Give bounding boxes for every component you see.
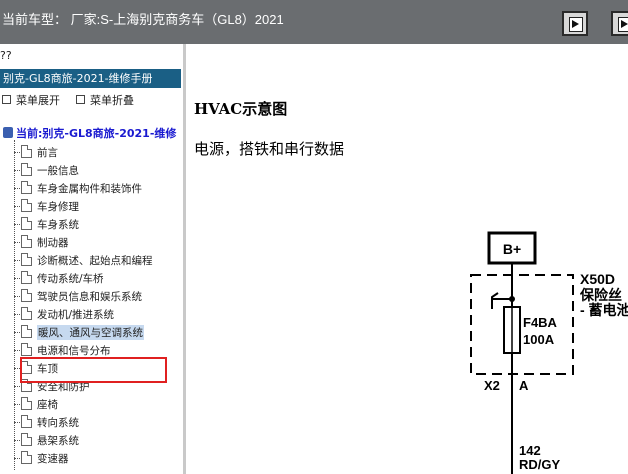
tree-item-label: 悬架系统 (37, 435, 79, 447)
document-icon (21, 181, 32, 194)
tree-connector-line (14, 140, 15, 470)
collapse-label: 菜单折叠 (90, 94, 134, 107)
tree-connector (14, 314, 20, 315)
document-icon (21, 163, 32, 176)
component-line2: - 蓄电池 (580, 302, 628, 318)
tree-connector (14, 152, 20, 153)
document-icon (21, 199, 32, 212)
document-icon (21, 433, 32, 446)
tree-connector (14, 386, 20, 387)
document-icon (21, 307, 32, 320)
tree-connector (14, 404, 20, 405)
tree-item-label: 车身金属构件和装饰件 (37, 183, 142, 195)
tree-item-label: 转向系统 (37, 417, 79, 429)
tree-item-label: 变速器 (37, 453, 69, 465)
tree-item-label: 制动器 (37, 237, 69, 249)
fuse-rating: 100A (523, 332, 555, 347)
document-icon (21, 451, 32, 464)
tree-connector (14, 350, 20, 351)
document-icon (21, 253, 32, 266)
tree-connector (14, 242, 20, 243)
document-icon (21, 325, 32, 338)
tree-item-label: 传动系统/车桥 (37, 273, 104, 285)
tree-connector (14, 422, 20, 423)
collapse-menu-button[interactable]: 菜单折叠 (76, 92, 134, 108)
document-icon (21, 217, 32, 230)
tree-root-label: 当前:别克-GL8商旅-2021-维修 (16, 127, 177, 140)
computer-icon (3, 127, 13, 138)
document-icon (21, 397, 32, 410)
unknown-glyphs: ?? (0, 49, 12, 62)
tree-connector (14, 224, 20, 225)
pin-label: A (519, 378, 529, 393)
expand-menu-button[interactable]: 菜单展开 (2, 92, 60, 108)
document-icon (21, 415, 32, 428)
tree-item-label: 车身系统 (37, 219, 79, 231)
play-right-icon (572, 20, 579, 28)
tree-root[interactable]: 当前:别克-GL8商旅-2021-维修 (3, 125, 176, 141)
wiring-diagram: B+ F4BA 100A X50D 保险丝 - 蓄电池 X2 A 142 RD/… (470, 231, 628, 474)
highlight-box (20, 357, 167, 383)
tree-connector (14, 260, 20, 261)
circuit-number: 142 (519, 443, 541, 458)
tree-connector (14, 296, 20, 297)
tree-connector (14, 332, 20, 333)
component-line1: 保险丝 (579, 287, 622, 303)
tree-connector (14, 278, 20, 279)
document-icon (21, 271, 32, 284)
component-id: X50D (580, 271, 615, 287)
play-right-icon (621, 20, 628, 28)
power-label: B+ (503, 241, 521, 257)
manual-title-bar[interactable]: 别克-GL8商旅-2021-维修手册 (0, 69, 181, 88)
connector-label: X2 (484, 378, 500, 393)
fuse-block-outline (470, 274, 574, 375)
square-icon (2, 95, 11, 104)
tree-item-label: 一般信息 (37, 165, 79, 177)
tree-item-label: 电源和信号分布 (37, 345, 111, 357)
tree-connector (14, 440, 20, 441)
tree-item-label: 座椅 (37, 399, 58, 411)
tree-item-label: 发动机/推进系统 (37, 309, 115, 321)
tree-connector (14, 458, 20, 459)
contact-symbol (491, 292, 499, 309)
tree-connector (14, 206, 20, 207)
tree-item-label: 诊断概述、起始点和编程 (37, 255, 153, 267)
square-icon (76, 95, 85, 104)
tree-connector (14, 170, 20, 171)
tree-connector (14, 188, 20, 189)
last-page-button[interactable] (611, 11, 628, 36)
document-icon (21, 289, 32, 302)
header-bar: 当前车型： 厂家:S-上海别克商务车（GL8）2021 (0, 0, 628, 44)
expand-label: 菜单展开 (16, 94, 60, 107)
document-icon (21, 235, 32, 248)
document-icon (21, 343, 32, 356)
vehicle-title: 当前车型： 厂家:S-上海别克商务车（GL8）2021 (2, 12, 284, 27)
next-page-button[interactable] (562, 11, 588, 36)
wire-color: RD/GY (519, 457, 561, 472)
document-icon (21, 145, 32, 158)
tree-item-label: 前言 (37, 147, 58, 159)
tree-item-label: 车身修理 (37, 201, 79, 213)
tree-item-label: 驾驶员信息和娱乐系统 (37, 291, 142, 303)
tree-item-label: 暖风、通风与空调系统 (37, 325, 144, 340)
fuse-name: F4BA (523, 315, 558, 330)
navigation-pane: ?? 别克-GL8商旅-2021-维修手册 菜单展开 菜单折叠 当前:别克-GL… (0, 44, 186, 474)
